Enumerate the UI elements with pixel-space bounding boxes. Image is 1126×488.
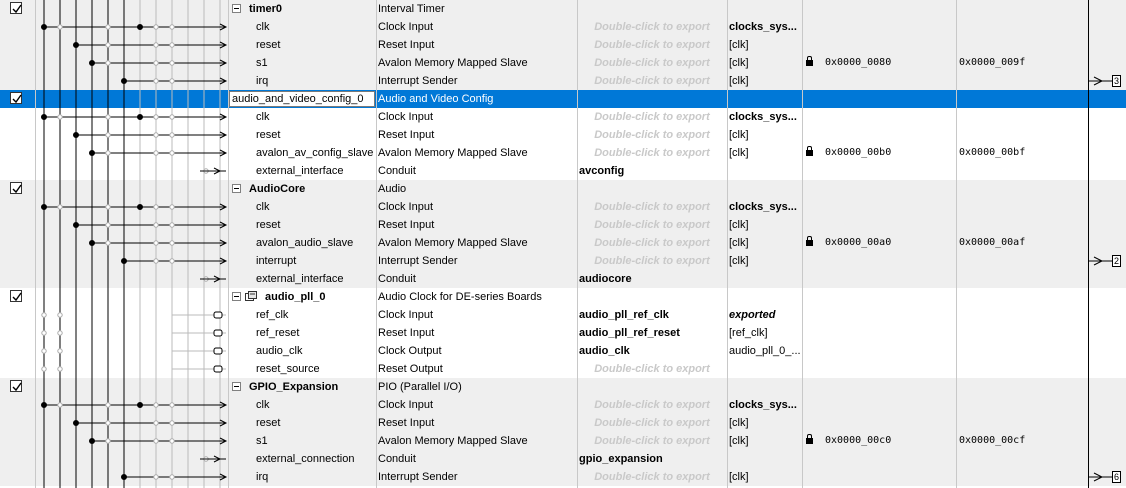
connection-dot[interactable] [89, 150, 95, 156]
connection-dot[interactable] [137, 24, 143, 30]
connection-point[interactable] [105, 42, 111, 48]
connection-point[interactable] [41, 312, 47, 318]
connection-point[interactable] [41, 330, 47, 336]
column-divider [228, 0, 229, 488]
connection-point[interactable] [105, 222, 111, 228]
connection-dot[interactable] [73, 420, 79, 426]
connection-dot[interactable] [137, 402, 143, 408]
connection-point[interactable] [169, 402, 175, 408]
connection-dot[interactable] [137, 204, 143, 210]
connection-point[interactable] [153, 204, 159, 210]
connection-point[interactable] [57, 366, 63, 372]
connection-point[interactable] [57, 312, 63, 318]
connection-dot[interactable] [89, 438, 95, 444]
connection-point[interactable] [153, 60, 159, 66]
connection-point[interactable] [41, 366, 47, 372]
export-port-icon[interactable] [213, 311, 223, 319]
column-divider [956, 0, 957, 488]
connection-point[interactable] [169, 438, 175, 444]
irq-bus-line [1088, 0, 1089, 488]
connection-dot[interactable] [73, 132, 79, 138]
connection-point[interactable] [153, 402, 159, 408]
connection-point[interactable] [169, 24, 175, 30]
column-divider [35, 0, 36, 488]
connection-point[interactable] [169, 474, 175, 480]
connection-dot[interactable] [41, 402, 47, 408]
connection-point[interactable] [169, 132, 175, 138]
connection-point[interactable] [105, 420, 111, 426]
connection-point[interactable] [153, 114, 159, 120]
connection-point[interactable] [169, 150, 175, 156]
connection-point[interactable] [105, 60, 111, 66]
connection-dot[interactable] [89, 240, 95, 246]
connection-dot[interactable] [41, 114, 47, 120]
connection-dot[interactable] [41, 204, 47, 210]
connection-point[interactable] [153, 420, 159, 426]
connection-point[interactable] [105, 438, 111, 444]
connection-point[interactable] [57, 204, 63, 210]
column-divider [376, 0, 377, 488]
connection-point[interactable] [57, 114, 63, 120]
connection-point[interactable] [105, 204, 111, 210]
column-divider [727, 0, 728, 488]
connection-dot[interactable] [121, 78, 127, 84]
connection-point[interactable] [105, 150, 111, 156]
column-divider [802, 0, 803, 488]
export-port-icon[interactable] [213, 365, 223, 373]
connection-point[interactable] [153, 474, 159, 480]
connection-point[interactable] [153, 150, 159, 156]
connection-point[interactable] [169, 114, 175, 120]
connection-point[interactable] [153, 78, 159, 84]
connection-dot[interactable] [137, 114, 143, 120]
connection-dot[interactable] [41, 24, 47, 30]
connection-point[interactable] [105, 240, 111, 246]
connection-point[interactable] [169, 60, 175, 66]
connection-point[interactable] [169, 204, 175, 210]
connection-point[interactable] [105, 402, 111, 408]
connection-dot[interactable] [89, 60, 95, 66]
connection-point[interactable] [105, 24, 111, 30]
connection-point[interactable] [153, 222, 159, 228]
connection-point[interactable] [169, 222, 175, 228]
column-divider [577, 0, 578, 488]
connection-point[interactable] [41, 348, 47, 354]
connection-point[interactable] [153, 24, 159, 30]
connection-point[interactable] [169, 78, 175, 84]
system-contents-table: timer0 Interval Timer clk Clock Input Double… [0, 0, 1126, 488]
connection-dot[interactable] [121, 474, 127, 480]
connection-point[interactable] [169, 420, 175, 426]
connection-point[interactable] [169, 240, 175, 246]
connection-point[interactable] [169, 258, 175, 264]
connection-dot[interactable] [73, 222, 79, 228]
connection-point[interactable] [153, 258, 159, 264]
connection-point[interactable] [153, 42, 159, 48]
connection-point[interactable] [169, 42, 175, 48]
connection-point[interactable] [153, 240, 159, 246]
connection-point[interactable] [105, 132, 111, 138]
connection-dot[interactable] [121, 258, 127, 264]
connection-point[interactable] [57, 330, 63, 336]
connection-dot[interactable] [73, 42, 79, 48]
connection-point[interactable] [105, 114, 111, 120]
connections-panel[interactable] [0, 0, 1126, 488]
connection-point[interactable] [153, 132, 159, 138]
export-port-icon[interactable] [213, 329, 223, 337]
connection-point[interactable] [57, 402, 63, 408]
connection-point[interactable] [57, 24, 63, 30]
connection-point[interactable] [153, 438, 159, 444]
connection-point[interactable] [57, 348, 63, 354]
export-port-icon[interactable] [213, 347, 223, 355]
